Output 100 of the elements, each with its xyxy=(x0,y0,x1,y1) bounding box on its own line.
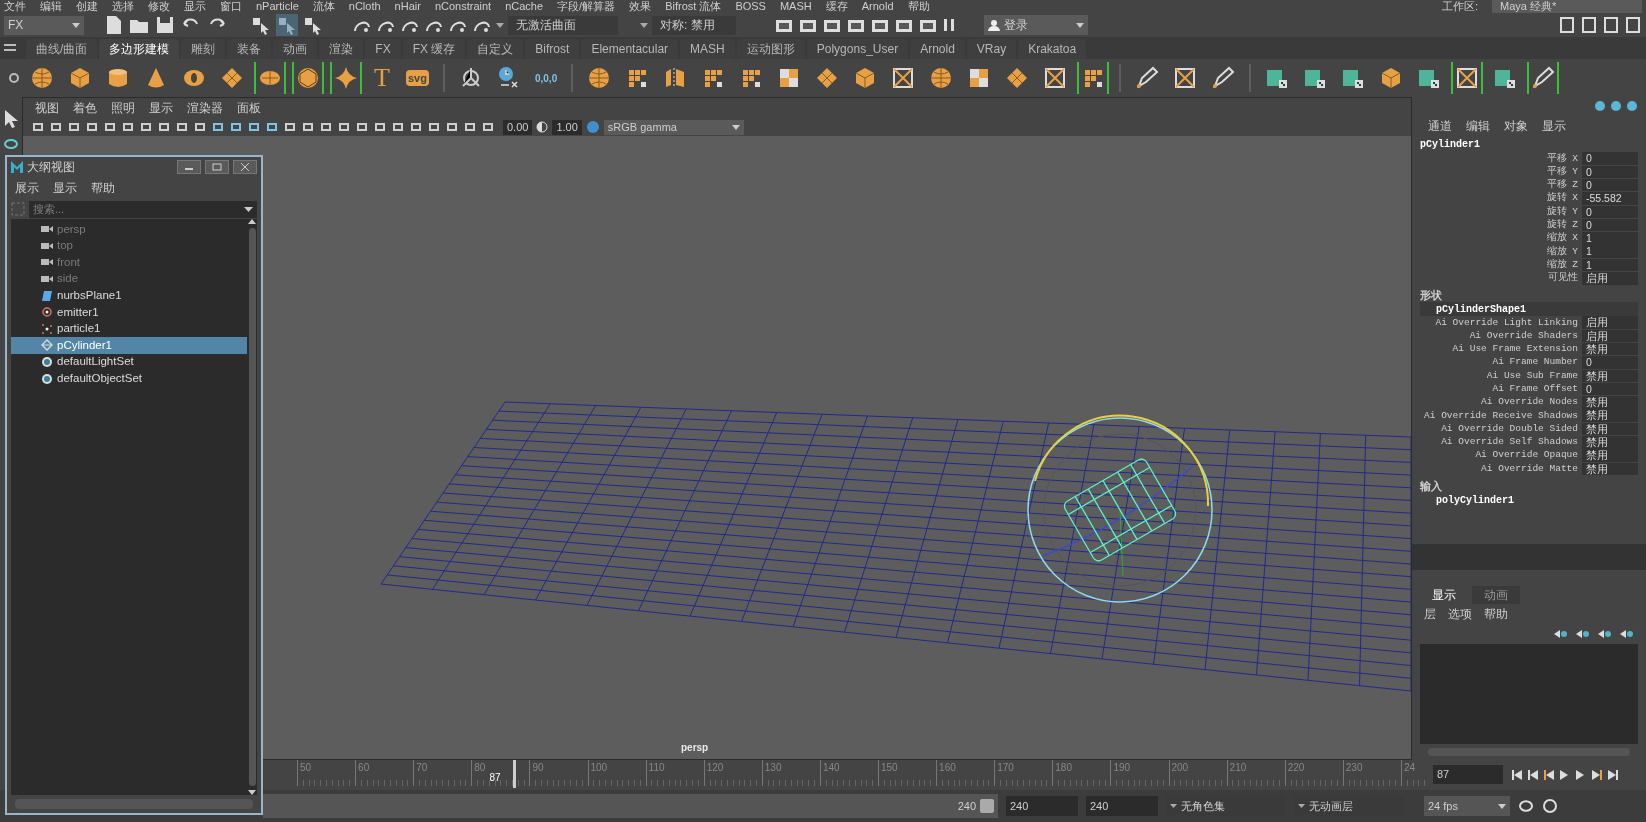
loop-icon[interactable] xyxy=(1518,799,1534,813)
shelf-tab[interactable]: Polygons_User xyxy=(806,39,909,59)
scroll-down-arrow-icon[interactable] xyxy=(248,790,256,795)
panel-menu[interactable]: 照明 xyxy=(111,99,135,117)
menu-item[interactable]: 流体 xyxy=(312,0,335,13)
shelf-tab[interactable]: FX 缓存 xyxy=(402,39,466,59)
channel-value-field[interactable]: 禁用 xyxy=(1582,422,1638,436)
shelf-tab[interactable]: 多边形建模 xyxy=(99,39,180,59)
menu-icon[interactable] xyxy=(4,43,16,53)
shelf-button[interactable] xyxy=(254,62,286,94)
menu-item[interactable]: MASH xyxy=(779,0,812,13)
outliner-item[interactable]: nurbsPlane1 xyxy=(11,287,247,304)
shelf-button[interactable] xyxy=(1077,62,1110,94)
shelf-button[interactable]: svg xyxy=(402,62,433,94)
menu-item[interactable]: nCloth xyxy=(348,0,381,13)
channel-value-field[interactable]: 启用 xyxy=(1582,272,1638,285)
exposure-field[interactable]: 0.00 xyxy=(503,119,533,135)
symmetry-field[interactable]: 对称: 禁用 xyxy=(652,15,736,35)
channel-value-field[interactable]: 禁用 xyxy=(1582,396,1638,409)
menu-item[interactable]: 帮助 xyxy=(91,179,115,197)
shelf-tab[interactable]: FX xyxy=(365,39,401,59)
channel-value-field[interactable]: 启用 xyxy=(1582,316,1638,329)
menu-item[interactable]: 编辑 xyxy=(1466,117,1490,135)
menu-item[interactable]: 选项 xyxy=(1448,605,1472,623)
gamma-field[interactable]: 1.00 xyxy=(552,119,582,135)
shelf-tab[interactable]: 曲线/曲面 xyxy=(26,39,98,59)
playback-end-field[interactable]: 240 xyxy=(1006,796,1078,816)
menu-item[interactable]: 对象 xyxy=(1504,117,1528,135)
channel-value-field[interactable]: 禁用 xyxy=(1582,449,1638,462)
shelf-button[interactable]: T xyxy=(368,62,396,94)
channel-value-field[interactable]: 0 xyxy=(1582,382,1638,396)
scrollbar-thumb[interactable] xyxy=(248,228,256,786)
menu-item[interactable]: 显示 xyxy=(1542,117,1566,135)
menu-item[interactable]: Arnold xyxy=(861,0,894,13)
shelf-tab[interactable]: MASH xyxy=(680,39,735,59)
menu-item[interactable]: 窗口 xyxy=(220,0,242,13)
panel-menu[interactable]: 面板 xyxy=(237,99,261,117)
search-field[interactable]: 搜索... xyxy=(29,200,257,218)
channel-value-field[interactable]: 1 xyxy=(1582,258,1638,272)
outliner-item[interactable]: emitter1 xyxy=(11,303,247,321)
shelf-tab[interactable]: 动画 xyxy=(273,39,318,59)
menu-item[interactable]: 缓存 xyxy=(825,0,848,13)
color-space-dropdown[interactable]: sRGB gamma xyxy=(603,119,744,135)
menu-item[interactable]: 效果 xyxy=(629,0,652,13)
gear-icon[interactable] xyxy=(8,72,20,84)
channel-value-field[interactable]: 禁用 xyxy=(1582,342,1638,356)
channel-value-field[interactable]: 禁用 xyxy=(1582,436,1638,449)
channel-value-field[interactable]: 启用 xyxy=(1582,329,1638,343)
shelf-tab[interactable]: Krakatoa xyxy=(1018,39,1087,59)
scroll-up-arrow-icon[interactable] xyxy=(248,219,256,224)
shelf-button[interactable]: 0,0,0 xyxy=(530,62,562,94)
step-forward-icon[interactable] xyxy=(1607,769,1619,781)
shelf-tab[interactable]: 装备 xyxy=(227,39,272,59)
select-arrow-icon[interactable] xyxy=(3,109,19,129)
shelf-button[interactable] xyxy=(292,62,324,94)
channel-value-field[interactable]: 0 xyxy=(1582,165,1638,179)
layer-tab[interactable]: 动画 xyxy=(1472,586,1520,604)
menu-item[interactable]: 展示 xyxy=(15,179,39,197)
workspace-dropdown[interactable]: Maya 经典* xyxy=(1492,0,1642,13)
go-to-start-icon[interactable] xyxy=(1511,769,1523,781)
shelf-tab[interactable]: Arnold xyxy=(910,39,965,59)
animation-end-field[interactable]: 240 xyxy=(1086,796,1158,816)
outliner-item[interactable]: pCylinder1 xyxy=(11,337,247,354)
channel-value-field[interactable]: 0 xyxy=(1582,152,1638,165)
channel-value-field[interactable]: 0 xyxy=(1582,179,1638,192)
menu-item[interactable]: Bifrost 流体 xyxy=(665,0,722,13)
menu-item[interactable]: 帮助 xyxy=(1484,605,1508,623)
shelf-button[interactable] xyxy=(330,62,362,94)
menu-item[interactable]: 帮助 xyxy=(907,0,930,13)
live-surface-field[interactable]: 无激活曲面 xyxy=(508,15,618,35)
menu-item[interactable]: nHair xyxy=(394,0,421,13)
shelf-tab[interactable]: Elementacular xyxy=(581,39,679,59)
shelf-tab[interactable]: 雕刻 xyxy=(181,39,226,59)
channel-value-field[interactable]: 禁用 xyxy=(1582,409,1638,422)
channel-value-field[interactable]: 禁用 xyxy=(1582,462,1638,476)
range-handle-icon[interactable] xyxy=(980,799,994,813)
channel-value-field[interactable]: 1 xyxy=(1582,245,1638,258)
channel-value-field[interactable]: 0 xyxy=(1582,218,1638,232)
step-back-key-icon[interactable] xyxy=(1527,769,1539,781)
shelf-tab[interactable]: 运动图形 xyxy=(736,39,805,59)
outliner-item[interactable]: side xyxy=(11,270,247,288)
channel-value-field[interactable]: 禁用 xyxy=(1582,369,1638,383)
panel-menu[interactable]: 视图 xyxy=(35,99,59,117)
menu-item[interactable]: 通道 xyxy=(1428,117,1452,135)
pause-icon[interactable] xyxy=(942,17,956,33)
save-icon[interactable] xyxy=(154,14,176,36)
channel-value-field[interactable]: -55.582 xyxy=(1582,192,1638,205)
menu-item[interactable]: BOSS xyxy=(735,0,766,13)
menu-set-dropdown[interactable]: FX xyxy=(4,15,84,35)
menu-item[interactable]: 创建 xyxy=(76,0,98,13)
search-input[interactable]: 搜索... xyxy=(29,201,179,217)
menu-item[interactable]: nConstraint xyxy=(434,0,492,13)
step-forward-key-icon[interactable] xyxy=(1591,769,1603,781)
channel-value-field[interactable]: 0 xyxy=(1582,205,1638,219)
menu-item[interactable]: 显示 xyxy=(184,0,206,13)
menu-item[interactable]: 修改 xyxy=(148,0,170,13)
shelf-tab[interactable]: Bifrost xyxy=(525,39,580,59)
menu-item[interactable]: 选择 xyxy=(112,0,134,13)
menu-item[interactable]: nParticle xyxy=(256,0,299,13)
current-frame-field[interactable]: 87 xyxy=(1433,765,1503,784)
